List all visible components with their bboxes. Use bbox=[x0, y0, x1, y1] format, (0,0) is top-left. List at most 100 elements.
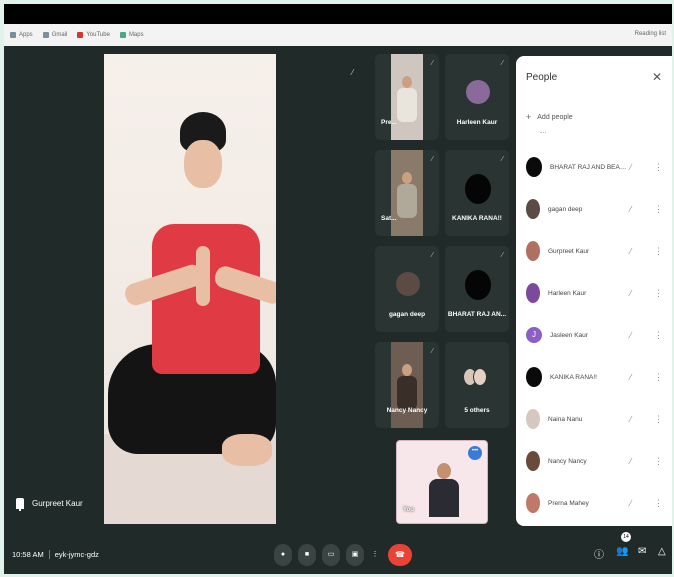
more-vert-icon[interactable]: ⋮ bbox=[654, 288, 663, 299]
participant-name: BHARAT RAJ AND BEAUTI... bbox=[550, 163, 630, 171]
participant-row[interactable]: J Jasleen Kaur ⁄ ⋮ bbox=[526, 320, 666, 350]
bookmark-youtube[interactable]: YouTube bbox=[77, 32, 110, 38]
bookmark-label: YouTube bbox=[86, 32, 110, 38]
browser-screen: Apps Gmail YouTube Maps Reading list ⁄ G… bbox=[4, 4, 672, 574]
participant-row[interactable]: Harleen Kaur ⁄ ⋮ bbox=[526, 278, 666, 308]
people-button[interactable]: 👥 bbox=[616, 546, 628, 557]
participant-avatar bbox=[465, 174, 491, 204]
participant-row[interactable]: Nancy Nancy ⁄ ⋮ bbox=[526, 446, 666, 476]
chat-button[interactable]: ✉ bbox=[638, 546, 646, 557]
add-people-button[interactable]: + Add people bbox=[526, 112, 573, 122]
divider bbox=[48, 550, 50, 559]
tile-label: 5 others bbox=[464, 407, 490, 414]
hang-up-icon: ☎ bbox=[395, 550, 405, 559]
participant-tile[interactable]: 5 others bbox=[445, 342, 509, 428]
mic-off-icon: ⁄ bbox=[431, 348, 433, 355]
bookmark-maps[interactable]: Maps bbox=[119, 32, 144, 38]
gmail-icon bbox=[42, 32, 49, 38]
meeting-details-button[interactable]: ⓘ bbox=[594, 546, 604, 561]
close-icon[interactable]: ✕ bbox=[652, 70, 662, 84]
bookmark-gmail[interactable]: Gmail bbox=[42, 32, 67, 38]
apps-icon bbox=[10, 32, 16, 38]
more-vert-icon[interactable]: ⋮ bbox=[654, 498, 663, 509]
tile-label: BHARAT RAJ AN... bbox=[447, 311, 507, 318]
participant-avatar: J bbox=[526, 327, 542, 343]
participant-avatar bbox=[526, 241, 540, 261]
participant-avatar bbox=[526, 409, 540, 429]
participant-avatar bbox=[526, 367, 542, 387]
more-options-button[interactable]: ⋮ bbox=[368, 544, 382, 566]
participant-tile[interactable]: gagan deep ⁄ bbox=[375, 246, 439, 332]
youtube-icon bbox=[77, 32, 84, 38]
pin-icon[interactable] bbox=[16, 498, 24, 511]
microphone-icon: ● bbox=[280, 551, 286, 558]
reading-list-button[interactable]: Reading list bbox=[635, 31, 666, 37]
meeting-controls-bar: 10:58 AM eyk-jymc-gdz ● ■ ▭ ▣ ⋮ ☎ ⓘ 👥 14… bbox=[4, 532, 672, 574]
tile-label: Sat... bbox=[381, 215, 397, 222]
more-vert-icon[interactable]: ⋮ bbox=[654, 456, 663, 467]
participant-name: Nancy Nancy bbox=[548, 457, 587, 465]
camera-button[interactable]: ■ bbox=[298, 544, 316, 566]
bookmarks-bar: Apps Gmail YouTube Maps bbox=[4, 24, 672, 46]
more-vert-icon[interactable]: ⋮ bbox=[654, 204, 663, 215]
bookmark-label: Apps bbox=[19, 32, 33, 38]
present-button[interactable]: ▣ bbox=[346, 544, 364, 566]
participant-row[interactable]: gagan deep ⁄ ⋮ bbox=[526, 194, 666, 224]
participant-tile[interactable]: KANIKA RANA!! ⁄ bbox=[445, 150, 509, 236]
mic-off-icon: ⁄ bbox=[630, 414, 632, 424]
bookmark-apps[interactable]: Apps bbox=[10, 32, 33, 38]
participant-row[interactable]: Prerna Mahey ⁄ ⋮ bbox=[526, 488, 666, 518]
participant-row[interactable]: KANIKA RANA!! ⁄ ⋮ bbox=[526, 362, 666, 392]
mic-off-icon: ⁄ bbox=[352, 68, 354, 77]
participant-row[interactable]: Naina Nanu ⁄ ⋮ bbox=[526, 404, 666, 434]
participant-avatar bbox=[465, 270, 491, 300]
people-count-badge: 14 bbox=[621, 532, 631, 542]
tile-label: Harleen Kaur bbox=[456, 119, 498, 126]
participant-tile[interactable]: Harleen Kaur ⁄ bbox=[445, 54, 509, 140]
participant-name: Harleen Kaur bbox=[548, 289, 587, 297]
more-vert-icon[interactable]: ⋮ bbox=[654, 372, 663, 383]
participant-name: Prerna Mahey bbox=[548, 499, 589, 507]
microphone-button[interactable]: ● bbox=[274, 544, 292, 566]
participant-avatar bbox=[526, 157, 542, 177]
participant-avatar bbox=[466, 80, 490, 104]
tile-label: gagan deep bbox=[388, 311, 426, 318]
more-options-icon[interactable]: ••• bbox=[468, 446, 482, 460]
participant-avatar bbox=[526, 283, 540, 303]
participant-tile[interactable]: Sat... ⁄ bbox=[375, 150, 439, 236]
participant-avatar bbox=[526, 493, 540, 513]
clock-time: 10:58 AM bbox=[12, 550, 44, 559]
participant-row[interactable]: BHARAT RAJ AND BEAUTI... ⁄ ⋮ bbox=[526, 152, 666, 182]
participant-tile[interactable]: Pre... ⁄ bbox=[375, 54, 439, 140]
participant-tile[interactable]: Nancy Nancy ⁄ bbox=[375, 342, 439, 428]
participant-row[interactable]: Gurpreet Kaur ⁄ ⋮ bbox=[526, 236, 666, 266]
participant-name: Gurpreet Kaur bbox=[548, 247, 590, 255]
activities-icon: △ bbox=[658, 546, 666, 557]
meeting-code: eyk-jymc-gdz bbox=[54, 550, 99, 559]
bookmark-label: Maps bbox=[128, 32, 144, 38]
more-vert-icon[interactable]: ⋮ bbox=[654, 414, 663, 425]
person-hands bbox=[196, 246, 210, 306]
participant-tile[interactable]: BHARAT RAJ AN... ⁄ bbox=[445, 246, 509, 332]
more-vert-icon[interactable]: ⋮ bbox=[654, 330, 663, 341]
leave-call-button[interactable]: ☎ bbox=[388, 544, 412, 566]
activities-button[interactable]: △ bbox=[658, 546, 666, 557]
captions-button[interactable]: ▭ bbox=[322, 544, 340, 566]
pinned-name: Gurpreet Kaur bbox=[32, 499, 83, 508]
mic-off-icon: ⁄ bbox=[431, 156, 433, 163]
panel-title: People bbox=[526, 72, 558, 83]
more-vert-icon[interactable]: ⋮ bbox=[654, 246, 663, 257]
people-panel: People ✕ + Add people BHARAT RAJ AND BEA… bbox=[516, 56, 672, 526]
participant-video bbox=[391, 150, 423, 236]
participant-name: KANIKA RANA!! bbox=[550, 373, 597, 381]
more-vert-icon[interactable]: ⋮ bbox=[654, 162, 663, 173]
participant-video bbox=[391, 54, 423, 140]
person-face bbox=[184, 140, 222, 188]
main-video[interactable] bbox=[104, 54, 276, 524]
participant-name: gagan deep bbox=[548, 205, 583, 213]
mic-off-icon: ⁄ bbox=[501, 60, 503, 67]
participant-name: Naina Nanu bbox=[548, 415, 583, 423]
camera-icon: ■ bbox=[304, 551, 310, 558]
participant-name: Jasleen Kaur bbox=[550, 331, 588, 339]
self-view[interactable]: ••• You bbox=[396, 440, 488, 524]
